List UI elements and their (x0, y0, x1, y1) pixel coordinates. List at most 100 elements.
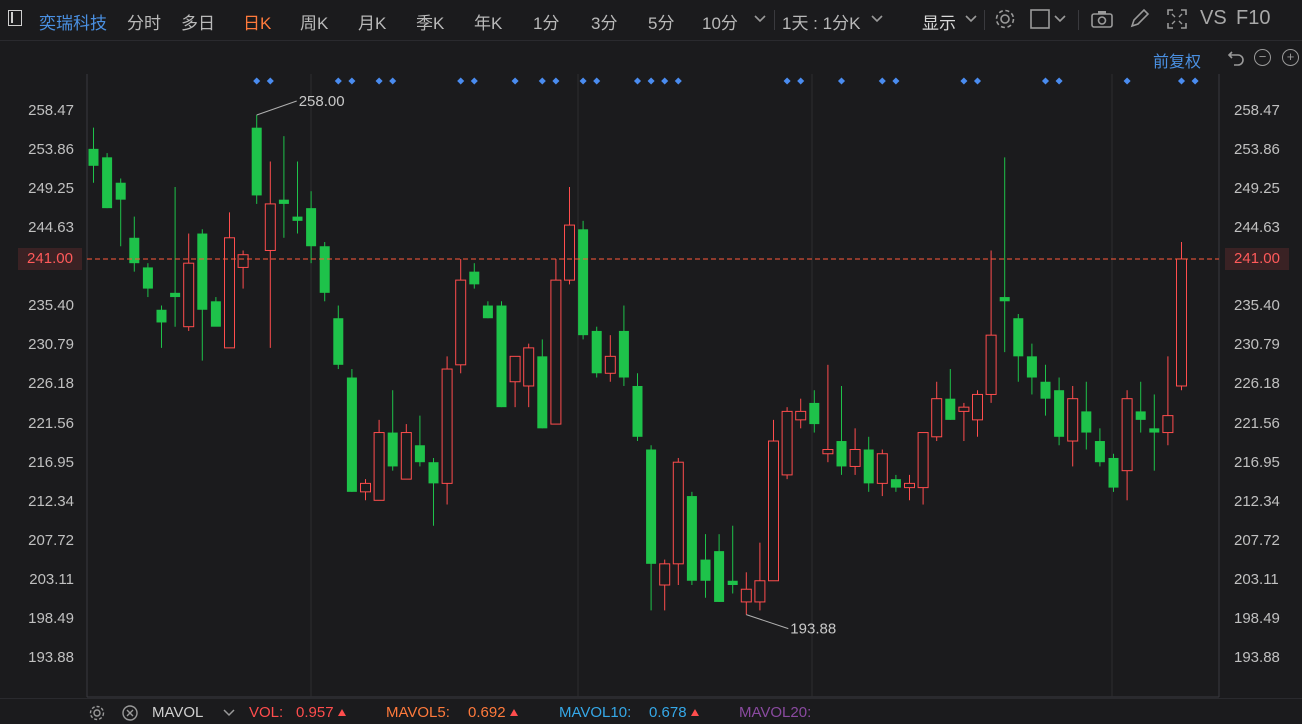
event-marker[interactable] (973, 77, 982, 85)
zoom-in-icon[interactable]: + (1282, 49, 1299, 66)
tab-5min[interactable]: 5分 (648, 9, 674, 34)
chevron-down-icon[interactable] (753, 8, 767, 28)
pen-icon[interactable] (1126, 6, 1152, 32)
chevron-down-icon[interactable] (964, 8, 978, 28)
candle-body (632, 385, 643, 437)
candle-body (441, 368, 453, 484)
tab-3min[interactable]: 3分 (591, 9, 617, 34)
candle-body (523, 347, 535, 387)
gear-icon[interactable] (88, 704, 106, 722)
period-selector[interactable]: 1天 : 1分K (782, 9, 860, 34)
candle-body (319, 246, 330, 293)
event-marker[interactable] (878, 77, 886, 85)
f10-button[interactable]: F10 (1236, 7, 1270, 30)
event-marker[interactable] (579, 77, 587, 85)
tab-quarterly-k[interactable]: 季K (416, 9, 444, 34)
event-marker[interactable] (552, 77, 560, 85)
chevron-down-icon[interactable] (222, 705, 236, 721)
candle (591, 326, 602, 378)
stock-name[interactable]: 奕瑞科技 (39, 9, 107, 34)
candle-body (102, 157, 113, 209)
event-marker[interactable] (647, 77, 655, 85)
y-tick-label: 193.88 (28, 649, 74, 666)
event-marker[interactable] (375, 77, 383, 85)
layout-icon[interactable] (1028, 6, 1054, 32)
y-tick-label: 207.72 (28, 531, 74, 549)
camera-icon[interactable] (1089, 6, 1115, 32)
event-marker[interactable] (1123, 77, 1131, 85)
event-marker[interactable] (470, 77, 478, 85)
tab-multiday[interactable]: 多日 (181, 9, 215, 34)
event-marker[interactable] (1191, 77, 1199, 85)
event-marker[interactable] (538, 77, 546, 85)
event-marker[interactable] (348, 77, 356, 85)
mavol10-value: 0.678 (649, 704, 699, 721)
adjust-mode-button[interactable]: 前复权 (1153, 48, 1201, 72)
event-marker[interactable] (253, 77, 261, 85)
chevron-down-icon[interactable] (870, 8, 884, 28)
tab-1min[interactable]: 1分 (533, 9, 559, 34)
event-marker[interactable] (334, 77, 342, 85)
event-marker[interactable] (1041, 77, 1050, 85)
y-tick-label: 230.79 (1234, 336, 1280, 354)
tab-weekly-k[interactable]: 周K (300, 9, 328, 34)
candle-body (999, 297, 1010, 302)
undo-icon[interactable] (1226, 48, 1246, 68)
candle (700, 534, 711, 598)
candle-body (754, 580, 766, 603)
event-marker[interactable] (389, 77, 397, 85)
min-price-label-leader (746, 614, 789, 630)
event-marker[interactable] (593, 77, 601, 85)
tab-yearly-k[interactable]: 年K (474, 9, 502, 34)
tab-daily-k[interactable]: 日K (243, 9, 271, 34)
event-marker[interactable] (837, 77, 846, 85)
toolbar-divider (1078, 10, 1079, 30)
tab-10min[interactable]: 10分 (702, 9, 738, 34)
event-marker[interactable] (1177, 77, 1186, 85)
candle-body (1026, 356, 1037, 378)
fullscreen-icon[interactable] (1164, 6, 1190, 32)
candle-body (1094, 441, 1105, 463)
close-icon[interactable] (121, 704, 139, 722)
display-menu[interactable]: 显示 (922, 9, 956, 34)
zoom-out-icon[interactable]: − (1254, 49, 1271, 66)
event-marker[interactable] (783, 77, 791, 85)
event-marker[interactable] (633, 77, 642, 85)
vs-button[interactable]: VS (1200, 7, 1227, 30)
candle-body (1081, 411, 1092, 433)
tab-monthly-k[interactable]: 月K (358, 9, 386, 34)
indicator-name[interactable]: MAVOL (152, 704, 203, 721)
sidebar-toggle-icon[interactable] (8, 10, 22, 26)
chevron-down-icon[interactable] (1053, 8, 1067, 28)
candle-body (414, 445, 425, 463)
candle-body (373, 432, 385, 501)
event-marker[interactable] (266, 77, 274, 85)
gear-icon[interactable] (992, 6, 1018, 32)
event-marker[interactable] (661, 77, 669, 85)
candle-body (156, 309, 167, 323)
y-tick-label: 258.47 (28, 102, 74, 119)
event-marker[interactable] (674, 77, 682, 85)
event-marker[interactable] (1055, 77, 1063, 85)
tab-intraday[interactable]: 分时 (127, 9, 161, 34)
candle (482, 301, 493, 319)
y-tick-label: 221.56 (1234, 414, 1280, 432)
candle (836, 385, 847, 475)
candle (781, 407, 793, 480)
candle (876, 449, 888, 497)
up-arrow-icon (337, 709, 346, 716)
candle-body (360, 482, 371, 493)
event-marker[interactable] (511, 77, 519, 85)
event-marker[interactable] (797, 77, 805, 85)
candle-body (333, 318, 344, 365)
event-marker[interactable] (457, 77, 465, 85)
candle (659, 559, 671, 611)
candle-body (1108, 457, 1119, 488)
vol-value-text: 0.957 (296, 704, 334, 721)
y-tick-label: 212.34 (28, 492, 74, 510)
event-marker[interactable] (960, 77, 968, 85)
candle (469, 263, 480, 289)
candle (1013, 313, 1024, 382)
event-marker[interactable] (892, 77, 900, 85)
candle (604, 335, 616, 382)
